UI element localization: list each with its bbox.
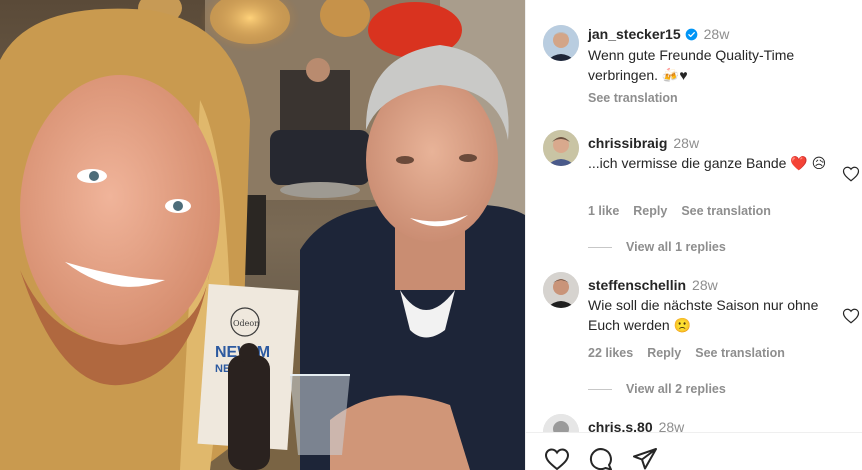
post-action-bar — [526, 432, 862, 470]
caption-time[interactable]: 28w — [704, 26, 730, 42]
comment-reply-button[interactable]: Reply — [633, 204, 667, 218]
view-replies-label: View all 2 replies — [626, 382, 726, 396]
view-replies-button[interactable]: View all 1 replies — [588, 240, 726, 254]
comment-time[interactable]: 28w — [692, 277, 718, 293]
comment-avatar[interactable] — [543, 130, 579, 166]
caption-header: jan_stecker15 28w — [588, 26, 729, 44]
post-photo[interactable]: Odeon NEW M NEW M — [0, 0, 525, 470]
heart-outline-icon[interactable] — [842, 307, 860, 325]
selfie-photo-illustration: Odeon NEW M NEW M — [0, 0, 525, 470]
share-icon[interactable] — [632, 447, 658, 470]
comment-text: ...ich vermisse die ganze Bande ❤️ 😥 — [588, 155, 827, 171]
comments-panel: jan_stecker15 28w Wenn gute Freunde Quali… — [525, 0, 862, 470]
comments-scroll-area[interactable]: jan_stecker15 28w Wenn gute Freunde Quali… — [526, 0, 862, 432]
comment-username[interactable]: steffenschellin — [588, 277, 686, 293]
comment-meta: 1 like Reply See translation — [588, 204, 785, 218]
comment-text: Wie soll die nächste Saison nur ohne Euc… — [588, 297, 819, 333]
comment-likes[interactable]: 1 like — [588, 204, 619, 218]
comment-see-translation[interactable]: See translation — [695, 346, 785, 360]
heart-outline-icon[interactable] — [842, 165, 860, 183]
comment-header: chris.s.80 28w — [588, 419, 684, 432]
caption-see-translation[interactable]: See translation — [588, 91, 678, 105]
comment-time[interactable]: 28w — [673, 135, 699, 151]
comment-see-translation[interactable]: See translation — [681, 204, 771, 218]
verified-badge-icon — [685, 28, 697, 41]
menu-card-logo: Odeon — [233, 319, 259, 328]
comment-meta: 22 likes Reply See translation — [588, 346, 799, 360]
comment-time[interactable]: 28w — [659, 419, 685, 432]
caption-line-1: Wenn gute Freunde Quality-Time — [588, 47, 795, 63]
view-replies-button[interactable]: View all 2 replies — [588, 382, 726, 396]
comment-likes[interactable]: 22 likes — [588, 346, 633, 360]
comment-avatar[interactable] — [543, 272, 579, 308]
comment-avatar[interactable] — [543, 414, 579, 432]
comment-header: steffenschellin 28w — [588, 277, 718, 295]
view-replies-label: View all 1 replies — [626, 240, 726, 254]
caption-meta: See translation — [588, 91, 692, 105]
comment-reply-button[interactable]: Reply — [647, 346, 681, 360]
comment-header: chrissibraig 28w — [588, 135, 699, 153]
replies-divider — [588, 246, 612, 248]
comment-username[interactable]: chris.s.80 — [588, 419, 653, 432]
comment-icon[interactable] — [588, 447, 614, 470]
caption-text: Wenn gute Freunde Quality-Time verbringe… — [588, 45, 794, 85]
comment-username[interactable]: chrissibraig — [588, 135, 667, 151]
author-avatar[interactable] — [543, 25, 579, 61]
heart-outline-icon[interactable] — [544, 447, 570, 470]
author-username[interactable]: jan_stecker15 — [588, 26, 681, 42]
replies-divider — [588, 388, 612, 390]
caption-line-2: verbringen. 🍻♥ — [588, 67, 688, 83]
